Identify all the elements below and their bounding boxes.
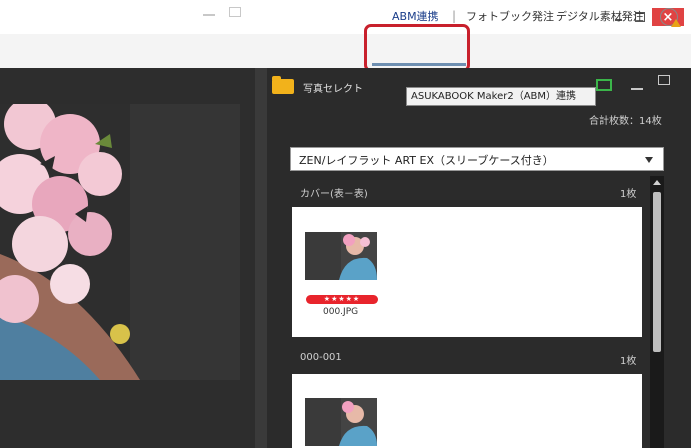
abm-link-button[interactable]: ABM連携 — [392, 10, 439, 24]
tooltip: ASUKABOOK Maker2（ABM）連携 — [406, 87, 596, 106]
section-label: カバー(表－表) — [300, 189, 368, 200]
digital-material-order-button[interactable]: デジタル素材発注 — [556, 10, 644, 24]
chevron-down-icon — [645, 157, 653, 163]
warning-icon — [671, 19, 681, 27]
export-icon[interactable] — [596, 79, 612, 91]
thumbnail-filename: 000.JPG — [323, 307, 359, 317]
preview-photo — [0, 104, 240, 380]
section-count: 1枚 — [620, 356, 637, 367]
section-label: 000-001 — [300, 352, 342, 363]
folder-icon — [272, 76, 294, 94]
highlight-box — [364, 24, 470, 72]
toolbar — [0, 34, 691, 69]
scroll-up-icon[interactable] — [653, 180, 661, 185]
panel-splitter[interactable] — [255, 68, 267, 448]
rating-stars[interactable]: ★★★★★ — [306, 295, 378, 304]
panel-minimize-icon[interactable] — [631, 88, 643, 90]
scrollbar-thumb[interactable] — [653, 192, 661, 352]
panel-maximize-icon[interactable] — [658, 75, 670, 85]
section-count: 1枚 — [620, 189, 637, 200]
preview-maximize-icon[interactable] — [229, 7, 241, 17]
total-count: 合計枚数：14枚 — [589, 116, 662, 127]
product-select[interactable]: ZEN/レイフラット ART EX（スリーブケース付き） — [290, 147, 664, 171]
product-select-value: ZEN/レイフラット ART EX（スリーブケース付き） — [299, 154, 554, 167]
preview-minimize-icon[interactable] — [203, 14, 215, 16]
photobook-order-button[interactable]: フォトブック発注 — [466, 10, 554, 24]
toolbar-separator: | — [452, 9, 457, 23]
photo-thumbnail[interactable] — [305, 398, 377, 446]
photo-thumbnail[interactable] — [305, 232, 377, 280]
panel-title: 写真セレクト — [303, 84, 363, 95]
